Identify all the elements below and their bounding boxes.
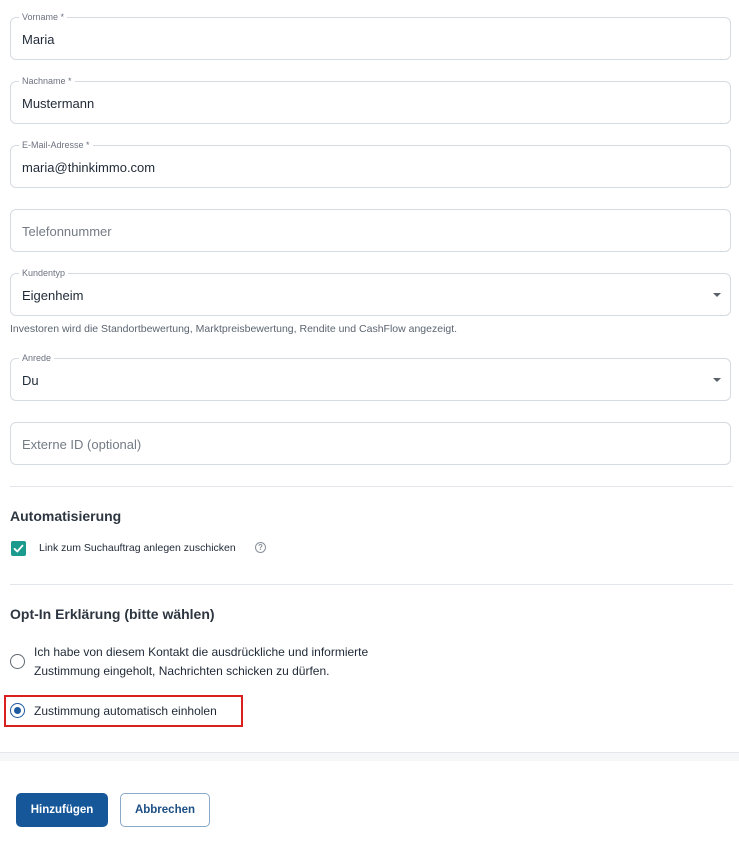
highlight-box <box>4 695 243 727</box>
automatisierung-title: Automatisierung <box>10 508 122 524</box>
opt-in-radio-manual[interactable] <box>10 654 25 669</box>
anrede-value: Du <box>22 373 39 388</box>
nachname-label: Nachname * <box>19 75 75 87</box>
footer-separator <box>0 752 739 761</box>
opt-in-radio-manual-label[interactable]: Ich habe von diesem Kontakt die ausdrück… <box>34 643 368 681</box>
question-circle-icon[interactable]: ? <box>255 542 266 553</box>
email-label: E-Mail-Adresse * <box>19 139 93 151</box>
opt-in-manual-label-line1: Ich habe von diesem Kontakt die ausdrück… <box>34 645 369 659</box>
externe-id-placeholder: Externe ID (optional) <box>22 437 142 452</box>
add-button[interactable]: Hinzufügen <box>16 793 108 827</box>
kundentyp-value: Eigenheim <box>22 288 84 303</box>
externe-id-field[interactable]: Externe ID (optional) <box>10 422 731 465</box>
opt-in-manual-label-line2: Zustimmung eingeholt, Nachrichten schick… <box>34 664 330 678</box>
vorname-field[interactable]: Vorname * Maria <box>10 11 731 60</box>
caret-down-icon[interactable] <box>713 378 721 382</box>
nachname-field[interactable]: Nachname * Mustermann <box>10 75 731 124</box>
telefon-placeholder: Telefonnummer <box>22 224 112 239</box>
divider <box>10 584 733 585</box>
anrede-select[interactable]: Anrede Du <box>10 352 731 401</box>
nachname-value: Mustermann <box>22 96 95 111</box>
kundentyp-helper-text: Investoren wird die Standortbewertung, M… <box>10 323 458 335</box>
vorname-value: Maria <box>22 32 55 47</box>
opt-in-title: Opt-In Erklärung (bitte wählen) <box>10 606 215 622</box>
cancel-button[interactable]: Abbrechen <box>120 793 210 827</box>
checkmark-icon <box>13 544 24 553</box>
telefon-field[interactable]: Telefonnummer <box>10 209 731 252</box>
vorname-label: Vorname * <box>19 11 68 23</box>
email-field[interactable]: E-Mail-Adresse * maria@thinkimmo.com <box>10 139 731 188</box>
email-value: maria@thinkimmo.com <box>22 160 156 175</box>
suchauftrag-checkbox[interactable] <box>11 541 26 556</box>
divider <box>10 486 733 487</box>
caret-down-icon[interactable] <box>713 293 721 297</box>
anrede-label: Anrede <box>19 352 55 364</box>
kundentyp-select[interactable]: Kundentyp Eigenheim <box>10 267 731 316</box>
suchauftrag-checkbox-label[interactable]: Link zum Suchauftrag anlegen zuschicken <box>39 542 236 555</box>
kundentyp-label: Kundentyp <box>19 267 69 279</box>
